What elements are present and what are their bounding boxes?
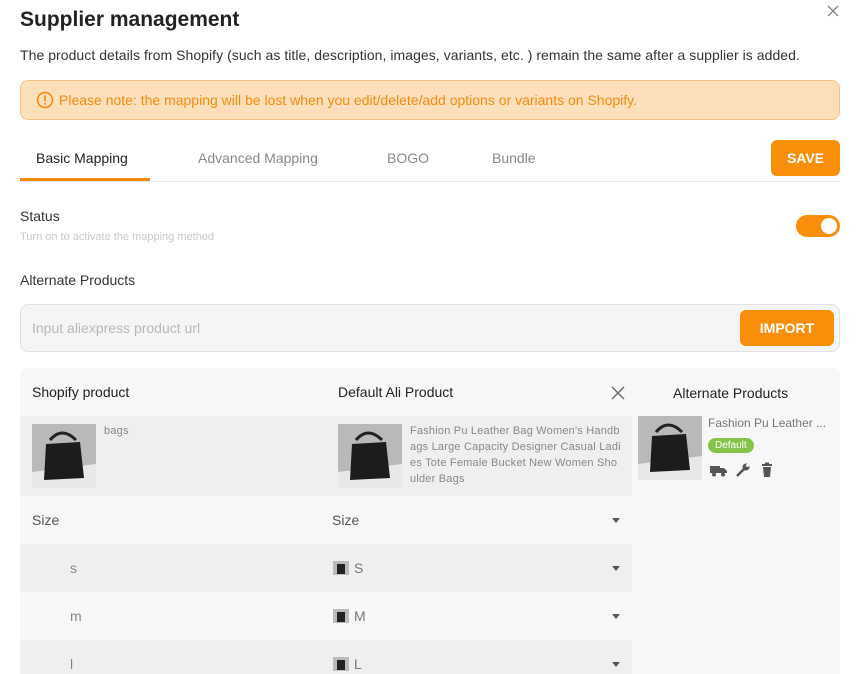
alternate-product-card: Fashion Pu Leather ... Default [638,416,838,496]
shopify-product-image [32,424,96,488]
ali-product-name[interactable]: Fashion Pu Leather Bag Women's Handbags … [410,423,622,487]
tab-basic-mapping[interactable]: Basic Mapping [36,150,128,166]
import-button[interactable]: IMPORT [740,310,834,346]
tab-bogo[interactable]: BOGO [387,150,429,166]
tab-advanced-mapping[interactable]: Advanced Mapping [198,150,318,166]
option-header-row: Size Size [20,496,632,544]
ali-variant-select[interactable]: M [354,608,366,624]
dialog-subtitle: The product details from Shopify (such a… [20,47,800,63]
mapping-panel: Shopify product Default Ali Product Alte… [20,368,840,674]
variant-row: m M [20,592,632,640]
aliexpress-url-input[interactable] [32,317,732,339]
save-button[interactable]: SAVE [771,140,840,176]
alternate-product-actions [710,462,776,478]
variant-row: l L [20,640,632,674]
alternate-product-image[interactable] [638,416,702,480]
shopify-option-name: Size [32,512,60,528]
close-icon[interactable] [610,385,626,401]
variant-thumbnail [333,561,349,575]
shopify-product-name: bags [104,425,129,437]
variant-row: s S [20,544,632,592]
chevron-down-icon[interactable] [612,662,620,667]
product-row: bags Fashion Pu Leather Bag Women's Hand… [20,416,632,496]
mapping-tabs: Basic Mapping Advanced Mapping BOGO Bund… [20,140,840,182]
status-toggle[interactable] [796,215,840,237]
warning-icon [36,91,54,109]
variant-thumbnail [333,609,349,623]
notice-text: Please note: the mapping will be lost wh… [59,92,637,108]
chevron-down-icon[interactable] [612,518,620,523]
alternate-products-header: Alternate Products [673,385,789,401]
chevron-down-icon[interactable] [612,566,620,571]
variant-thumbnail [333,657,349,671]
status-label: Status [20,208,60,224]
ali-variant-select[interactable]: S [354,560,363,576]
close-icon[interactable] [824,2,842,20]
tab-bundle[interactable]: Bundle [492,150,536,166]
alternate-product-name[interactable]: Fashion Pu Leather ... [708,416,832,430]
shopify-variant-value: s [70,560,77,576]
mapping-notice: Please note: the mapping will be lost wh… [20,80,840,120]
toggle-knob [821,218,837,234]
status-hint: Turn on to activate the mapping method [20,231,215,243]
shopify-product-header: Shopify product [32,384,130,400]
dialog-title: Supplier management [20,8,240,31]
trash-icon[interactable] [758,462,776,478]
chevron-down-icon[interactable] [612,614,620,619]
wrench-icon[interactable] [734,462,752,478]
truck-icon[interactable] [710,462,728,478]
ali-variant-select[interactable]: L [354,656,362,672]
shopify-variant-value: l [70,656,74,672]
ali-option-select[interactable]: Size [332,512,359,528]
default-ali-product-header: Default Ali Product [338,384,454,400]
alternate-products-label: Alternate Products [20,272,136,288]
active-tab-indicator [20,178,150,181]
url-input-box: IMPORT [20,304,840,352]
shopify-variant-value: m [70,608,82,624]
default-badge: Default [708,438,754,453]
ali-product-image[interactable] [338,424,402,488]
